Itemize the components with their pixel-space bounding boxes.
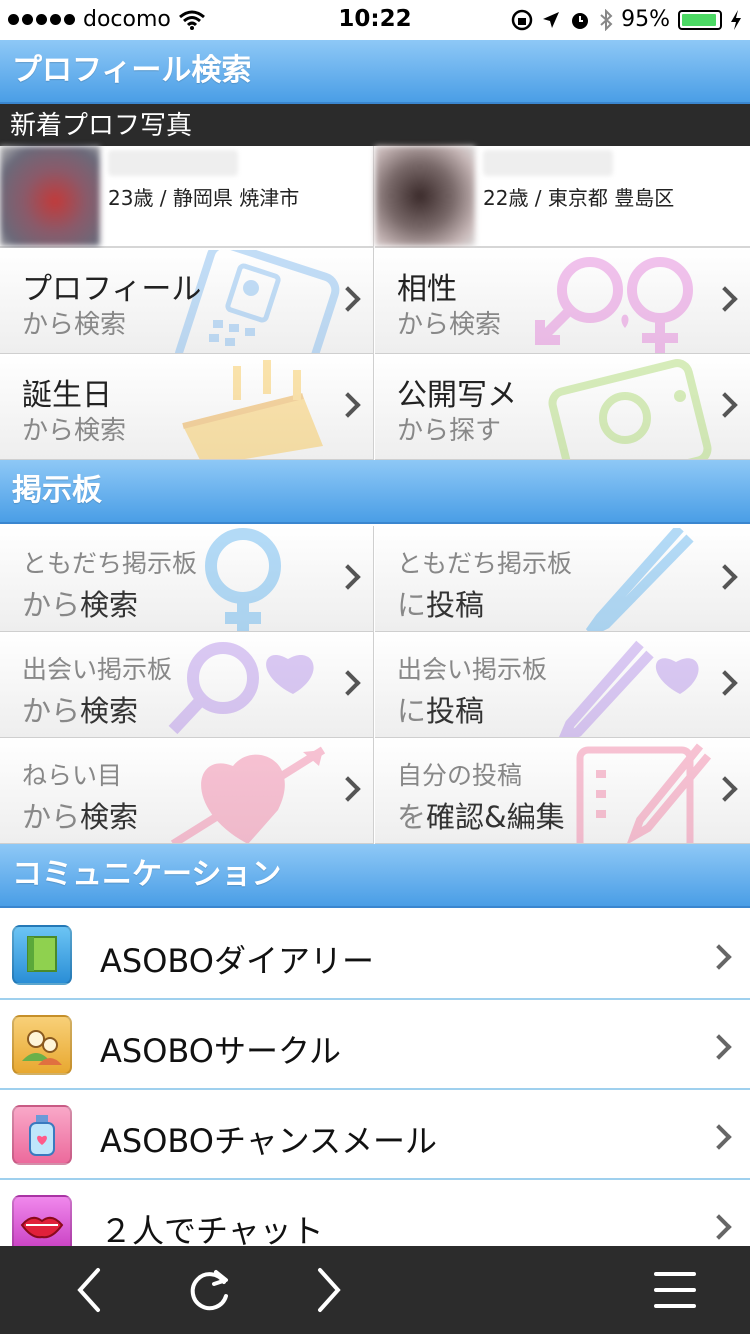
list-item-asobo-circle[interactable]: ASOBOサークル [0, 1000, 750, 1090]
tile-subtitle: から探す [397, 416, 502, 446]
tile-title: 誕生日 [22, 378, 112, 413]
tile-public-photo-search[interactable]: 公開写メ から探す [375, 354, 750, 460]
reload-icon [190, 1270, 228, 1311]
profile-name-blurred [483, 150, 613, 176]
profile-name-blurred [108, 150, 238, 176]
tile-subtitle: から検索 [22, 800, 139, 834]
forward-icon [318, 1268, 341, 1312]
list-item-asobo-diary[interactable]: ASOBOダイアリー [0, 910, 750, 1000]
battery-icon [678, 9, 722, 30]
chevron-right-icon [706, 1034, 732, 1060]
profile-photo[interactable] [0, 146, 100, 246]
tile-title: プロフィール [22, 272, 202, 307]
tile-subtitle: に投稿 [397, 694, 485, 728]
menu-icon [654, 1272, 696, 1308]
heart-arrow-icon [170, 746, 326, 843]
chevron-right-icon [706, 1214, 732, 1240]
new-photo-card-1[interactable]: 23歳 / 静岡県 焼津市 [0, 146, 374, 248]
tile-subtitle: から検索 [22, 310, 127, 340]
orientation-lock-icon [511, 9, 533, 30]
heart-pen-icon [558, 640, 699, 737]
chevron-right-icon [706, 1124, 732, 1150]
bottle-mail-icon [12, 1105, 72, 1165]
tile-profile-search[interactable]: プロフィール から検索 [0, 248, 374, 354]
tile-dating-board-post[interactable]: 出会い掲示板 に投稿 [375, 632, 750, 738]
tile-title: 自分の投稿 [397, 761, 523, 790]
list-item-label: ASOBOチャンスメール [100, 1122, 438, 1160]
status-bar: docomo 10:22 95% [0, 0, 750, 40]
tile-title: ともだち掲示板 [397, 549, 573, 578]
tile-subtitle: に投稿 [397, 588, 485, 622]
tile-target-search[interactable]: ねらい目 から検索 [0, 738, 374, 844]
tile-title: ねらい目 [22, 761, 123, 790]
bluetooth-icon [600, 8, 613, 31]
tile-birthday-search[interactable]: 誕生日 から検索 [0, 354, 374, 460]
tile-title: 出会い掲示板 [397, 655, 548, 684]
chevron-right-icon [706, 944, 732, 970]
section-header-communication: コミュニケーション [0, 844, 750, 908]
status-icons: 95% [511, 7, 742, 32]
diary-icon [12, 925, 72, 985]
new-photos-heading: 新着プロフ写真 [0, 104, 750, 146]
list-item-asobo-chance-mail[interactable]: ASOBOチャンスメール [0, 1090, 750, 1180]
alarm-icon [572, 12, 589, 29]
menu-button[interactable] [630, 1246, 720, 1334]
tile-subtitle: を確認&編集 [397, 800, 565, 834]
tile-title: ともだち掲示板 [22, 549, 198, 578]
battery-percent: 95% [621, 7, 670, 32]
gender-symbols-icon [535, 257, 693, 353]
charging-icon [731, 9, 741, 30]
tile-subtitle: から検索 [397, 310, 502, 340]
profile-photo[interactable] [375, 146, 475, 246]
reload-button[interactable] [164, 1246, 254, 1334]
tile-friend-board-post[interactable]: ともだち掲示板 に投稿 [375, 526, 750, 632]
list-item-label: ASOBOサークル [100, 1032, 342, 1070]
section-header-bulletin-board: 掲示板 [0, 460, 750, 524]
forward-button[interactable] [284, 1246, 374, 1334]
birthday-cake-icon [182, 360, 323, 459]
circle-group-icon [12, 1015, 72, 1075]
tile-subtitle: から検索 [22, 694, 139, 728]
back-button[interactable] [44, 1246, 134, 1334]
tile-dating-board-search[interactable]: 出会い掲示板 から検索 [0, 632, 374, 738]
location-icon [543, 11, 560, 28]
back-icon [77, 1268, 100, 1312]
new-photo-card-2[interactable]: 22歳 / 東京都 豊島区 [375, 146, 750, 248]
tile-friend-board-search[interactable]: ともだち掲示板 から検索 [0, 526, 374, 632]
tile-title: 出会い掲示板 [22, 655, 173, 684]
tile-title: 公開写メ [397, 378, 517, 413]
profile-info: 23歳 / 静岡県 焼津市 [108, 186, 300, 210]
photo-icon [548, 359, 712, 459]
heart-magnifier-icon [168, 642, 314, 735]
tile-subtitle: から検索 [22, 588, 139, 622]
profile-info: 22歳 / 東京都 豊島区 [483, 186, 675, 210]
tile-subtitle: から検索 [22, 416, 127, 446]
tile-compatibility-search[interactable]: 相性 から検索 [375, 248, 750, 354]
browser-toolbar [0, 1246, 750, 1334]
section-header-profile-search: プロフィール検索 [0, 40, 750, 104]
tile-title: 相性 [397, 272, 457, 307]
tile-my-posts-edit[interactable]: 自分の投稿 を確認&編集 [375, 738, 750, 844]
list-item-label: ASOBOダイアリー [100, 942, 374, 980]
